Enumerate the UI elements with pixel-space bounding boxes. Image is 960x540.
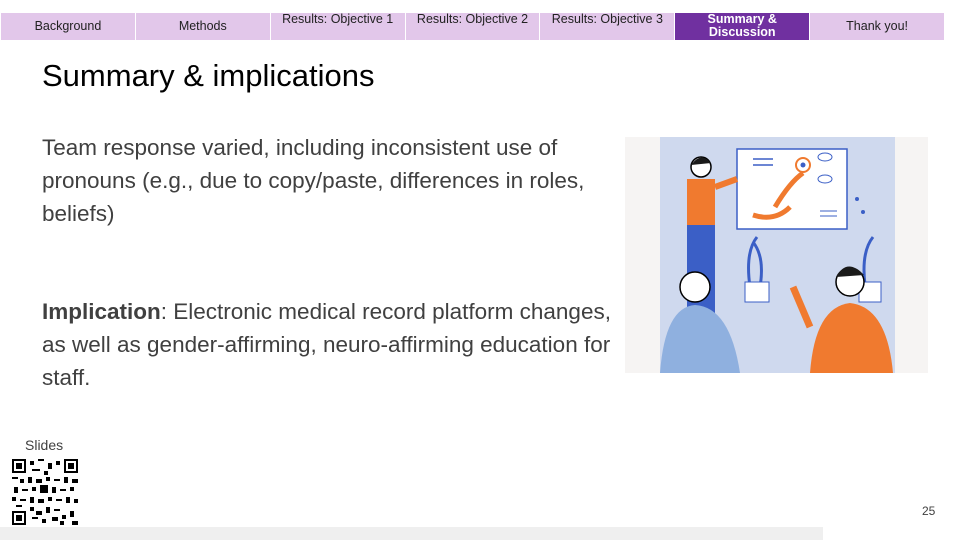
tab-thank-you[interactable]: Thank you! <box>810 13 945 40</box>
implication-label: Implication <box>42 299 161 324</box>
footer-bar <box>0 527 823 540</box>
slides-qr-code[interactable] <box>12 459 78 525</box>
tab-results-objective-3[interactable]: Results: Objective 3 <box>540 13 676 40</box>
finding-paragraph: Team response varied, including inconsis… <box>42 135 585 226</box>
section-nav: Background Methods Results: Objective 1 … <box>1 13 945 40</box>
tab-results-objective-1[interactable]: Results: Objective 1 <box>270 13 406 40</box>
tab-background[interactable]: Background <box>1 13 136 40</box>
tab-results-objective-2[interactable]: Results: Objective 2 <box>405 13 541 40</box>
slide-title: Summary & implications <box>42 58 375 93</box>
tab-summary-discussion[interactable]: Summary & Discussion <box>675 13 811 40</box>
slides-label: Slides <box>25 437 64 453</box>
tab-methods[interactable]: Methods <box>135 13 271 40</box>
page-number: 25 <box>922 504 936 518</box>
presentation-illustration <box>625 137 928 373</box>
implication-paragraph: Implication: Electronic medical record p… <box>42 295 617 394</box>
presenter-audience-illustration <box>660 137 895 373</box>
